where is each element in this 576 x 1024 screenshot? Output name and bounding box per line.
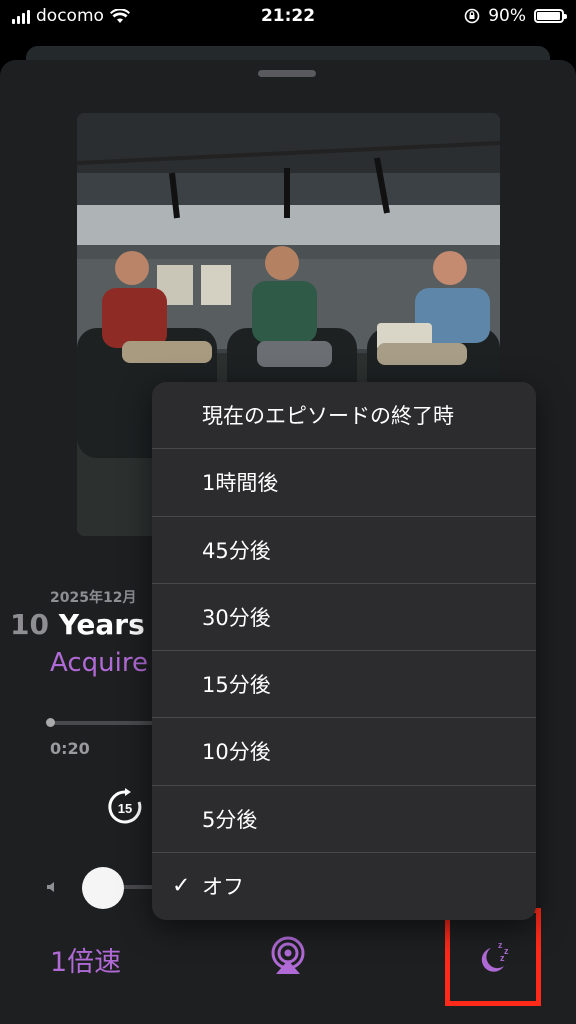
episode-date: 2025年12月: [50, 590, 137, 606]
menu-item-label: 45分後: [202, 538, 271, 563]
elapsed-time: 0:20: [50, 739, 90, 758]
skip-back-button[interactable]: 15: [106, 788, 144, 826]
menu-item-45-min[interactable]: 45分後: [152, 517, 536, 584]
episode-title-row: 10 Years o: [10, 608, 174, 641]
menu-item-label: オフ: [202, 875, 244, 900]
skip-seconds-label: 15: [118, 801, 132, 816]
menu-item-label: 10分後: [202, 740, 271, 765]
menu-item-15-min[interactable]: 15分後: [152, 651, 536, 719]
scrubber-knob[interactable]: [46, 718, 55, 727]
menu-item-1-hour[interactable]: 1時間後: [152, 449, 536, 517]
menu-item-label: 1時間後: [202, 471, 279, 496]
battery-percent: 90%: [488, 6, 526, 26]
menu-item-5-min[interactable]: 5分後: [152, 786, 536, 853]
playback-speed-button[interactable]: 1倍速: [50, 940, 121, 979]
sheet-grabber[interactable]: [258, 70, 316, 77]
menu-item-label: 5分後: [202, 807, 258, 832]
checkmark-icon: ✓: [172, 873, 191, 899]
menu-item-label: 現在のエピソードの終了時: [202, 404, 454, 429]
volume-knob[interactable]: [82, 867, 124, 909]
show-name-link[interactable]: Acquire: [50, 648, 148, 678]
skip-back-15-icon: 15: [108, 788, 142, 824]
episode-number: 10: [10, 608, 49, 641]
menu-item-label: 30分後: [202, 605, 271, 630]
status-bar: docomo 21:22 90%: [0, 0, 576, 34]
volume-low-icon: [47, 882, 54, 892]
airplay-button[interactable]: [270, 936, 306, 976]
menu-item-off[interactable]: ✓ オフ: [152, 853, 536, 920]
battery-icon: [534, 9, 567, 23]
menu-item-label: 15分後: [202, 673, 271, 698]
menu-item-end-of-episode[interactable]: 現在のエピソードの終了時: [152, 382, 536, 450]
menu-item-10-min[interactable]: 10分後: [152, 718, 536, 786]
sleep-timer-menu: 現在のエピソードの終了時 1時間後 45分後 30分後 15分後 10分後 5分…: [152, 382, 536, 920]
orientation-lock-icon: [464, 8, 480, 24]
highlight-box: [445, 908, 541, 1006]
menu-item-30-min[interactable]: 30分後: [152, 584, 536, 651]
airplay-icon: [271, 936, 305, 974]
